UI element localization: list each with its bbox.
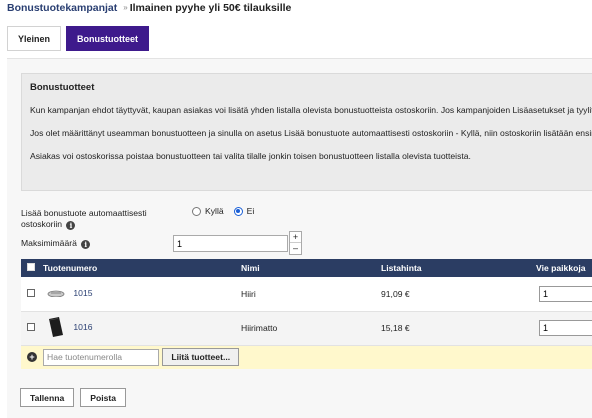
- select-all-checkbox[interactable]: [27, 263, 35, 271]
- info-paragraph-3: Asiakas voi ostoskorissa poistaa bonustu…: [30, 151, 471, 161]
- bonus-products-table: Tuotenumero Nimi Listahinta Vie paikkoja…: [21, 259, 592, 369]
- slots-input[interactable]: [539, 285, 592, 302]
- info-icon[interactable]: i: [66, 221, 76, 230]
- tab-general[interactable]: Yleinen: [7, 26, 62, 51]
- max-amount-stepper: + –: [289, 231, 302, 255]
- add-circle-icon[interactable]: +: [27, 352, 37, 363]
- slots-input[interactable]: [539, 320, 592, 336]
- product-number-link[interactable]: 1015: [73, 288, 92, 298]
- auto-add-radio-group: Kyllä Ei: [192, 206, 254, 216]
- attach-products-button[interactable]: Liitä tuotteet...: [162, 348, 240, 367]
- table-row: 1016 Hiirimatto 15,18 €: [21, 311, 592, 345]
- auto-add-yes-label: Kyllä: [205, 206, 224, 216]
- mouse-icon: [47, 289, 65, 299]
- info-paragraph-1: Kun kampanjan ehdot täyttyvät, kaupan as…: [30, 105, 592, 115]
- add-product-row: + Liitä tuotteet...: [21, 345, 592, 369]
- auto-add-label-text: Lisää bonustuote automaattisesti ostosko…: [21, 208, 147, 229]
- max-amount-label: Maksimimäärä i: [21, 238, 91, 249]
- auto-add-no-radio[interactable]: [233, 206, 243, 216]
- product-name: Hiiri: [241, 288, 256, 299]
- column-header-price[interactable]: Listahinta: [381, 259, 536, 277]
- max-amount-label-text: Maksimimäärä: [21, 238, 77, 248]
- content-panel: Bonustuotteet Kun kampanjan ehdot täytty…: [7, 58, 592, 418]
- info-box: Bonustuotteet Kun kampanjan ehdot täytty…: [21, 73, 592, 191]
- save-button[interactable]: Tallenna: [20, 388, 75, 407]
- delete-button[interactable]: Poista: [80, 388, 127, 407]
- row-checkbox[interactable]: [27, 323, 35, 331]
- breadcrumb-separator: »: [123, 3, 128, 12]
- product-number-link[interactable]: 1016: [73, 322, 92, 332]
- table-header-row: Tuotenumero Nimi Listahinta Vie paikkoja: [21, 259, 592, 277]
- product-number-search-input[interactable]: [43, 348, 159, 366]
- table-row: 1015 Hiiri 91,09 €: [21, 277, 592, 311]
- stepper-up-button[interactable]: +: [290, 232, 301, 243]
- auto-add-label: Lisää bonustuote automaattisesti ostosko…: [21, 208, 171, 230]
- product-price: 15,18 €: [381, 323, 410, 333]
- column-header-product-number[interactable]: Tuotenumero: [43, 259, 241, 277]
- row-checkbox[interactable]: [27, 288, 35, 297]
- info-icon[interactable]: i: [81, 240, 91, 249]
- tab-bar: Yleinen Bonustuotteet: [7, 26, 150, 51]
- column-header-slots[interactable]: Vie paikkoja: [536, 259, 592, 277]
- auto-add-yes-radio[interactable]: [192, 206, 201, 216]
- info-title: Bonustuotteet: [30, 82, 95, 93]
- product-name: Hiirimatto: [241, 323, 278, 333]
- max-amount-input[interactable]: [173, 235, 288, 252]
- page-title: Ilmainen pyyhe yli 50€ tilauksille: [129, 2, 292, 14]
- breadcrumb-root-link[interactable]: Bonustuotekampanjat: [7, 2, 117, 14]
- tab-bonus-products[interactable]: Bonustuotteet: [66, 26, 150, 51]
- auto-add-no-label: Ei: [246, 206, 255, 216]
- mousepad-icon: [47, 316, 65, 340]
- product-price: 91,09 €: [381, 288, 410, 299]
- stepper-down-button[interactable]: –: [290, 243, 301, 254]
- form-actions: Tallenna Poista: [20, 388, 127, 407]
- column-header-name[interactable]: Nimi: [241, 259, 381, 277]
- info-paragraph-2: Jos olet määrittänyt useamman bonustuott…: [30, 128, 592, 138]
- breadcrumb: Bonustuotekampanjat » Ilmainen pyyhe yli 5…: [7, 2, 291, 14]
